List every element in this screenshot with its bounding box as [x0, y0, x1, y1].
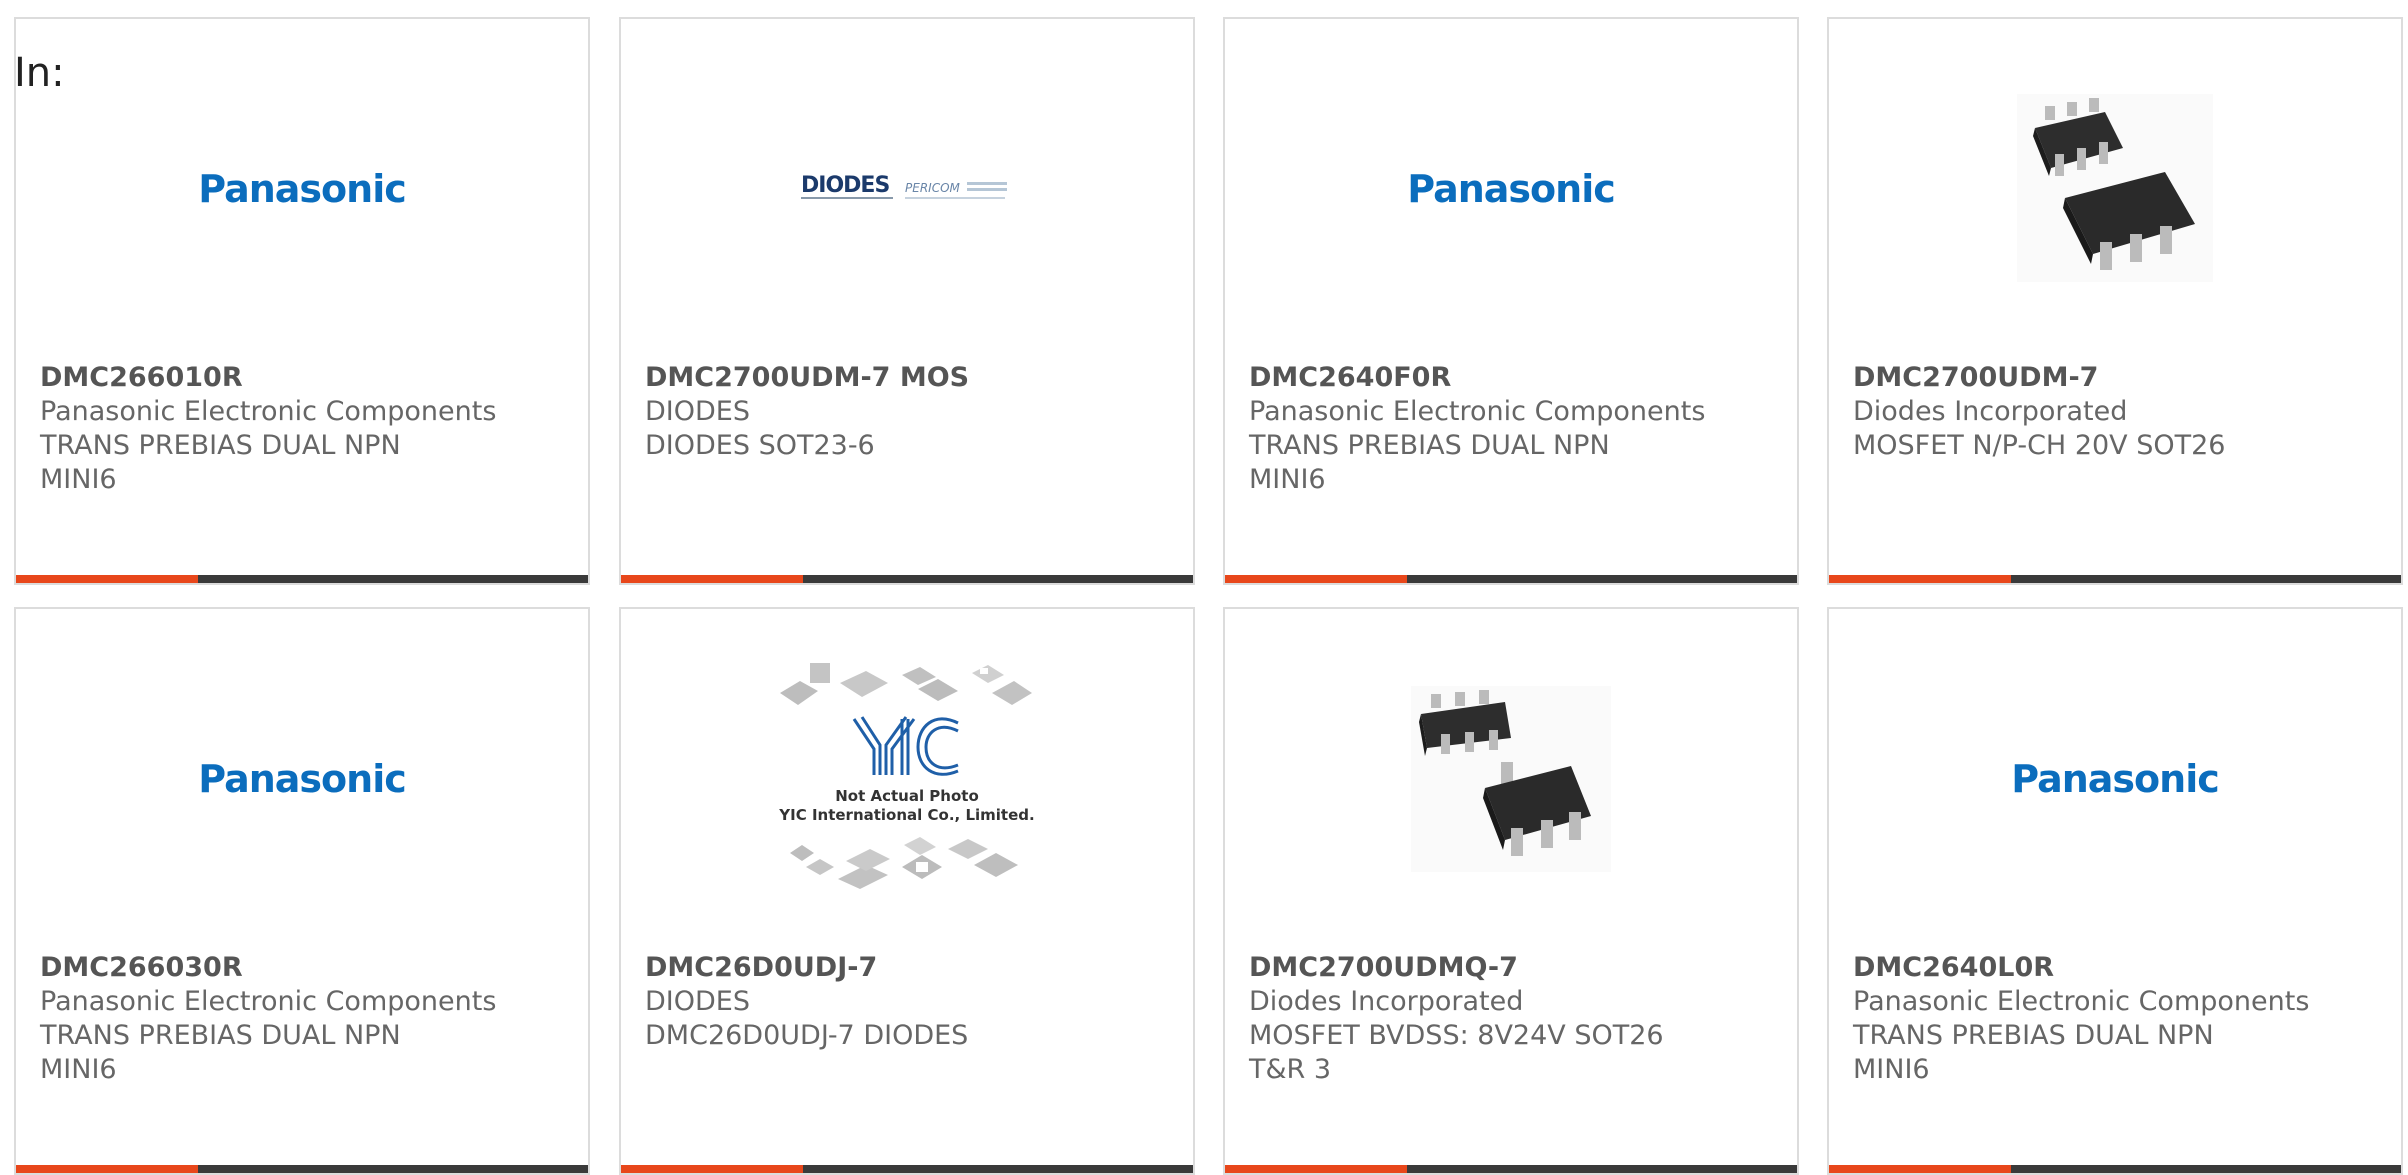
- part-number[interactable]: DMC26D0UDJ-7: [645, 951, 1177, 985]
- card-accent: [1225, 1165, 1407, 1173]
- card-accent: [1225, 575, 1407, 583]
- product-card[interactable]: Panasonic DMC266030R Panasonic Electroni…: [14, 607, 590, 1175]
- manufacturer: Panasonic Electronic Components: [40, 396, 497, 427]
- panasonic-logo: Panasonic: [198, 757, 407, 801]
- product-card[interactable]: Panasonic DMC2640F0R Panasonic Electroni…: [1223, 17, 1799, 585]
- card-accent: [16, 1165, 198, 1173]
- card-bottom-bar: [1829, 575, 2401, 583]
- svg-text:YIC International Co., Limited: YIC International Co., Limited.: [778, 806, 1034, 824]
- product-card[interactable]: DMC2700UDMQ-7 Diodes Incorporated MOSFET…: [1223, 607, 1799, 1175]
- part-number[interactable]: DMC2700UDMQ-7: [1249, 951, 1781, 985]
- manufacturer: Diodes Incorporated: [1853, 396, 2128, 427]
- manufacturer: Panasonic Electronic Components: [1853, 986, 2310, 1017]
- description-line2: MINI6: [40, 1054, 117, 1085]
- svg-text:Not Actual Photo: Not Actual Photo: [835, 787, 979, 805]
- product-card[interactable]: Panasonic DMC266010R Panasonic Electroni…: [14, 17, 590, 585]
- product-image: [1829, 19, 2401, 357]
- description-line2: MINI6: [40, 464, 117, 495]
- card-bottom-bar: [1225, 1165, 1797, 1173]
- diodes-pericom-logo: DIODES PERICOM: [801, 173, 1007, 199]
- part-number[interactable]: DMC2640L0R: [1853, 951, 2385, 985]
- part-number[interactable]: DMC2700UDM-7 MOS: [645, 361, 1177, 395]
- description-line2: MINI6: [1249, 464, 1326, 495]
- product-card[interactable]: Not Actual Photo YIC International Co., …: [619, 607, 1195, 1175]
- svg-text:Panasonic: Panasonic: [198, 167, 406, 211]
- svg-text:Panasonic: Panasonic: [1407, 167, 1615, 211]
- manufacturer: Panasonic Electronic Components: [40, 986, 497, 1017]
- product-card[interactable]: Panasonic DMC2640L0R Panasonic Electroni…: [1827, 607, 2403, 1175]
- yic-placeholder-image: Not Actual Photo YIC International Co., …: [778, 663, 1035, 889]
- description: TRANS PREBIAS DUAL NPN: [1249, 430, 1610, 461]
- card-accent: [621, 575, 803, 583]
- svg-text:Panasonic: Panasonic: [2011, 757, 2219, 801]
- card-bottom-bar: [16, 575, 588, 583]
- card-accent: [1829, 1165, 2011, 1173]
- card-accent: [1829, 575, 2011, 583]
- product-image: DIODES PERICOM: [621, 19, 1193, 357]
- description: TRANS PREBIAS DUAL NPN: [1853, 1020, 2214, 1051]
- product-image: Panasonic: [16, 609, 588, 947]
- filter-label: In:: [14, 50, 65, 96]
- part-number[interactable]: DMC2700UDM-7: [1853, 361, 2385, 395]
- part-number[interactable]: DMC266030R: [40, 951, 572, 985]
- card-bottom-bar: [621, 1165, 1193, 1173]
- svg-text:DIODES: DIODES: [801, 173, 889, 198]
- card-bottom-bar: [621, 575, 1193, 583]
- manufacturer: Panasonic Electronic Components: [1249, 396, 1706, 427]
- description: MOSFET N/P-CH 20V SOT26: [1853, 430, 2226, 461]
- product-card[interactable]: DMC2700UDM-7 Diodes Incorporated MOSFET …: [1827, 17, 2403, 585]
- card-accent: [16, 575, 198, 583]
- panasonic-logo: Panasonic: [1407, 167, 1616, 211]
- panasonic-logo: Panasonic: [198, 167, 407, 211]
- description-line2: MINI6: [1853, 1054, 1930, 1085]
- description: MOSFET BVDSS: 8V24V SOT26: [1249, 1020, 1664, 1051]
- panasonic-logo: Panasonic: [2011, 757, 2220, 801]
- manufacturer: Diodes Incorporated: [1249, 986, 1524, 1017]
- manufacturer: DIODES: [645, 986, 750, 1017]
- product-image: Panasonic: [1225, 19, 1797, 357]
- svg-text:PERICOM: PERICOM: [905, 181, 961, 195]
- product-image: Not Actual Photo YIC International Co., …: [621, 609, 1193, 947]
- description-line2: T&R 3: [1249, 1054, 1332, 1085]
- part-number[interactable]: DMC266010R: [40, 361, 572, 395]
- description: TRANS PREBIAS DUAL NPN: [40, 430, 401, 461]
- description: DMC26D0UDJ-7 DIODES: [645, 1020, 969, 1051]
- part-number[interactable]: DMC2640F0R: [1249, 361, 1781, 395]
- sot26-chip-icon: [2017, 94, 2213, 282]
- description: TRANS PREBIAS DUAL NPN: [40, 1020, 401, 1051]
- product-image: Panasonic: [16, 19, 588, 357]
- card-bottom-bar: [16, 1165, 588, 1173]
- product-grid: Panasonic DMC266010R Panasonic Electroni…: [0, 0, 2408, 1175]
- card-accent: [621, 1165, 803, 1173]
- product-image: Panasonic: [1829, 609, 2401, 947]
- card-bottom-bar: [1225, 575, 1797, 583]
- product-card[interactable]: DIODES PERICOM DMC2700UDM-7 MOS DIODES D…: [619, 17, 1195, 585]
- sot26-chip-icon: [1411, 686, 1611, 872]
- svg-text:Panasonic: Panasonic: [198, 757, 406, 801]
- product-image: [1225, 609, 1797, 947]
- manufacturer: DIODES: [645, 396, 750, 427]
- description: DIODES SOT23-6: [645, 430, 875, 461]
- card-bottom-bar: [1829, 1165, 2401, 1173]
